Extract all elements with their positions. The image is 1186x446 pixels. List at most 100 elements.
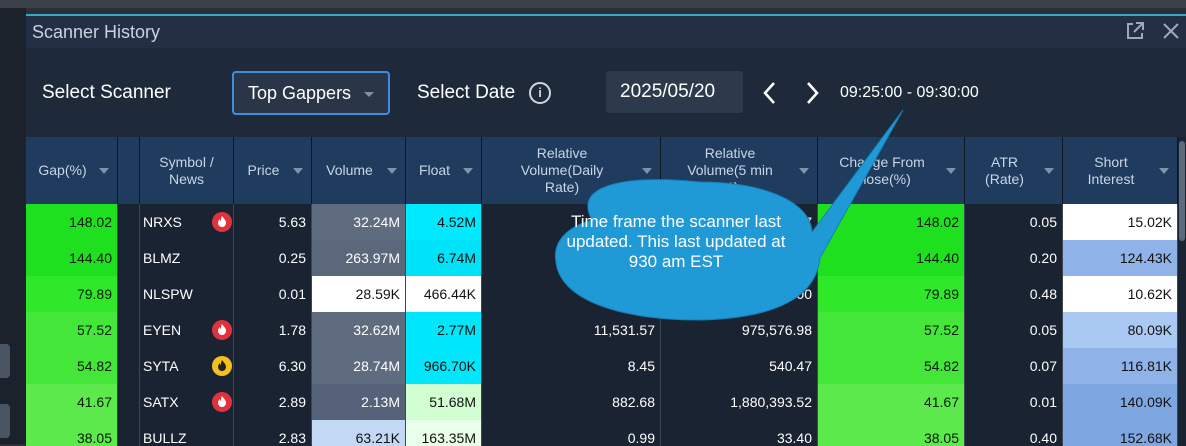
sort-caret-icon[interactable] <box>799 167 809 174</box>
table-row[interactable]: 38.05 BULLZ 2.83 63.21K 163.35M 0.99 33.40 38.0… <box>26 420 1186 446</box>
sort-caret-icon[interactable] <box>463 167 473 174</box>
cell-volume: 32.24M <box>312 204 406 240</box>
next-date-button[interactable] <box>801 80 823 106</box>
sort-caret-icon[interactable] <box>1044 167 1054 174</box>
column-header[interactable]: Float <box>406 137 482 204</box>
cell-rel-daily: 882.68 <box>482 384 661 420</box>
news-fire-icon[interactable] <box>212 356 232 376</box>
cell-spacer <box>118 312 140 348</box>
cell-price: 6.30 <box>234 348 312 384</box>
sort-caret-icon[interactable] <box>387 167 397 174</box>
cell-price: 1.78 <box>234 312 312 348</box>
cell-rel-5min: 33.40 <box>661 420 818 446</box>
sort-caret-icon[interactable] <box>946 167 956 174</box>
news-fire-icon[interactable] <box>212 392 232 412</box>
column-header[interactable]: ATR (Rate) <box>965 137 1063 204</box>
news-fire-icon[interactable] <box>212 320 232 340</box>
cell-volume: 32.62M <box>312 312 406 348</box>
column-header-label: Relative Volume(Daily Rate) <box>520 145 604 195</box>
column-header[interactable]: Gap(%) <box>26 137 118 204</box>
vertical-scrollbar[interactable] <box>1178 137 1186 446</box>
column-header[interactable]: Price <box>234 137 312 204</box>
column-header-label: Relative Volume(5 min %) <box>687 145 773 195</box>
sort-caret-icon[interactable] <box>99 167 109 174</box>
cell-price: 0.01 <box>234 276 312 312</box>
cell-symbol: NLSPW <box>140 276 234 312</box>
dock-handle[interactable] <box>0 404 10 438</box>
cell-atr: 0.07 <box>965 348 1063 384</box>
cell-volume: 28.59K <box>312 276 406 312</box>
cell-price: 2.89 <box>234 384 312 420</box>
callout-text: Time frame the scanner last updated. Thi… <box>566 212 786 271</box>
cell-volume: 263.97M <box>312 240 406 276</box>
scanner-select-value: Top Gappers <box>248 83 352 103</box>
cell-volume: 2.13M <box>312 384 406 420</box>
table-row[interactable]: 79.89 NLSPW 0.01 28.59K 466.44K .00 79.89 0.48 1… <box>26 276 1186 312</box>
previous-date-button[interactable] <box>759 80 781 106</box>
column-header-label: Volume <box>326 162 373 178</box>
cell-rel-daily: 8.45 <box>482 348 661 384</box>
sort-caret-icon[interactable] <box>642 167 652 174</box>
cell-short: 10.62K <box>1063 276 1178 312</box>
cell-rel-5min: 975,576.98 <box>661 312 818 348</box>
news-fire-icon[interactable] <box>212 212 232 232</box>
column-header-label: Price <box>247 162 280 178</box>
window-title: Scanner History <box>32 22 161 42</box>
toolbar: Select Scanner Top Gappers Select Date i… <box>26 48 1186 136</box>
column-header[interactable]: Short Interest <box>1063 137 1178 204</box>
cell-spacer <box>118 276 140 312</box>
cell-atr: 0.05 <box>965 204 1063 240</box>
cell-short: 124.43K <box>1063 240 1178 276</box>
cell-gap: 57.52 <box>26 312 118 348</box>
time-range: 09:25:00 - 09:30:00 <box>840 84 979 101</box>
table-row[interactable]: 54.82 SYTA 6.30 28.74M 966.70K 8.45 540.47 54.8… <box>26 348 1186 384</box>
scanner-select[interactable]: Top Gappers <box>232 71 390 115</box>
cell-float: 163.35M <box>406 420 482 446</box>
sort-caret-icon[interactable] <box>1159 167 1169 174</box>
info-icon[interactable]: i <box>529 82 551 104</box>
column-header[interactable]: Relative Volume(Daily Rate) <box>482 137 661 204</box>
scrollbar-thumb[interactable] <box>1179 141 1185 241</box>
cell-gap: 54.82 <box>26 348 118 384</box>
cell-change: 57.52 <box>818 312 965 348</box>
column-header[interactable]: Change From Close(%) <box>818 137 965 204</box>
cell-short: 140.09K <box>1063 384 1178 420</box>
cell-symbol: BULLZ <box>140 420 234 446</box>
cell-change: 148.02 <box>818 204 965 240</box>
column-header[interactable]: Relative Volume(5 min %) <box>661 137 818 204</box>
sort-caret-icon[interactable] <box>293 167 303 174</box>
cell-symbol: BLMZ <box>140 240 234 276</box>
cell-spacer <box>118 240 140 276</box>
cell-float: 51.68M <box>406 384 482 420</box>
column-header[interactable]: Volume <box>312 137 406 204</box>
cell-float: 2.77M <box>406 312 482 348</box>
cell-short: 116.81K <box>1063 348 1178 384</box>
dock-handle[interactable] <box>0 344 10 378</box>
column-header-label: Symbol / News <box>159 153 214 187</box>
close-icon[interactable] <box>1160 21 1182 43</box>
cell-short: 152.68K <box>1063 420 1178 446</box>
chevron-down-icon <box>364 92 374 97</box>
cell-float: 466.44K <box>406 276 482 312</box>
cell-short: 80.09K <box>1063 312 1178 348</box>
date-field[interactable]: 2025/05/20 <box>606 71 743 113</box>
cell-volume: 63.21K <box>312 420 406 446</box>
column-header[interactable]: Symbol / News <box>140 137 234 204</box>
cell-float: 4.52M <box>406 204 482 240</box>
cell-spacer <box>118 384 140 420</box>
table-row[interactable]: 57.52 EYEN 1.78 32.62M 2.77M 11,531.57 975,576… <box>26 312 1186 348</box>
cell-float: 6.74M <box>406 240 482 276</box>
column-header-label: ATR (Rate) <box>985 153 1024 187</box>
column-header-label: Change From Close(%) <box>839 153 925 187</box>
popout-icon[interactable] <box>1124 21 1146 43</box>
cell-price: 0.25 <box>234 240 312 276</box>
cell-change: 54.82 <box>818 348 965 384</box>
cell-gap: 148.02 <box>26 204 118 240</box>
column-header[interactable] <box>118 137 140 204</box>
scanner-label: Select Scanner <box>42 82 171 103</box>
cell-atr: 0.05 <box>965 312 1063 348</box>
cell-rel-5min: 1,880,393.52 <box>661 384 818 420</box>
cell-change: 79.89 <box>818 276 965 312</box>
table-row[interactable]: 41.67 SATX 2.89 2.13M 51.68M 882.68 1,880,393.… <box>26 384 1186 420</box>
cell-gap: 79.89 <box>26 276 118 312</box>
